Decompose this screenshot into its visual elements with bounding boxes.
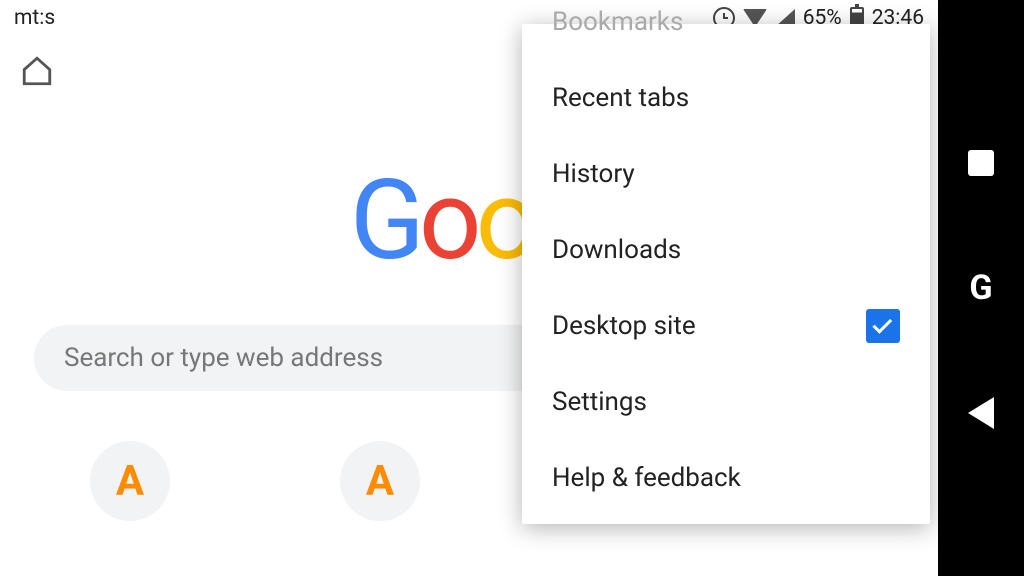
nav-google-button[interactable]: G: [962, 269, 1000, 307]
menu-recent-tabs[interactable]: Recent tabs: [522, 60, 930, 136]
square-icon: [968, 150, 994, 176]
nav-recents-button[interactable]: [962, 144, 1000, 182]
desktop-site-checkbox[interactable]: [866, 309, 900, 343]
back-triangle-icon: [968, 397, 994, 429]
overflow-menu: Bookmarks Recent tabs History Downloads …: [522, 24, 930, 524]
check-icon: [872, 314, 892, 334]
shortcut-tile[interactable]: A: [340, 441, 420, 521]
menu-help-feedback[interactable]: Help & feedback: [522, 440, 930, 516]
menu-desktop-site[interactable]: Desktop site: [522, 288, 930, 364]
search-placeholder: Search or type web address: [64, 343, 383, 373]
nav-back-button[interactable]: [962, 394, 1000, 432]
carrier-label: mt:s: [14, 6, 55, 30]
menu-history[interactable]: History: [522, 136, 930, 212]
menu-downloads[interactable]: Downloads: [522, 212, 930, 288]
android-nav-bar: G: [938, 0, 1024, 576]
menu-settings[interactable]: Settings: [522, 364, 930, 440]
shortcut-tile[interactable]: A: [90, 441, 170, 521]
menu-bookmarks[interactable]: Bookmarks: [522, 0, 930, 60]
home-icon[interactable]: [20, 54, 54, 88]
